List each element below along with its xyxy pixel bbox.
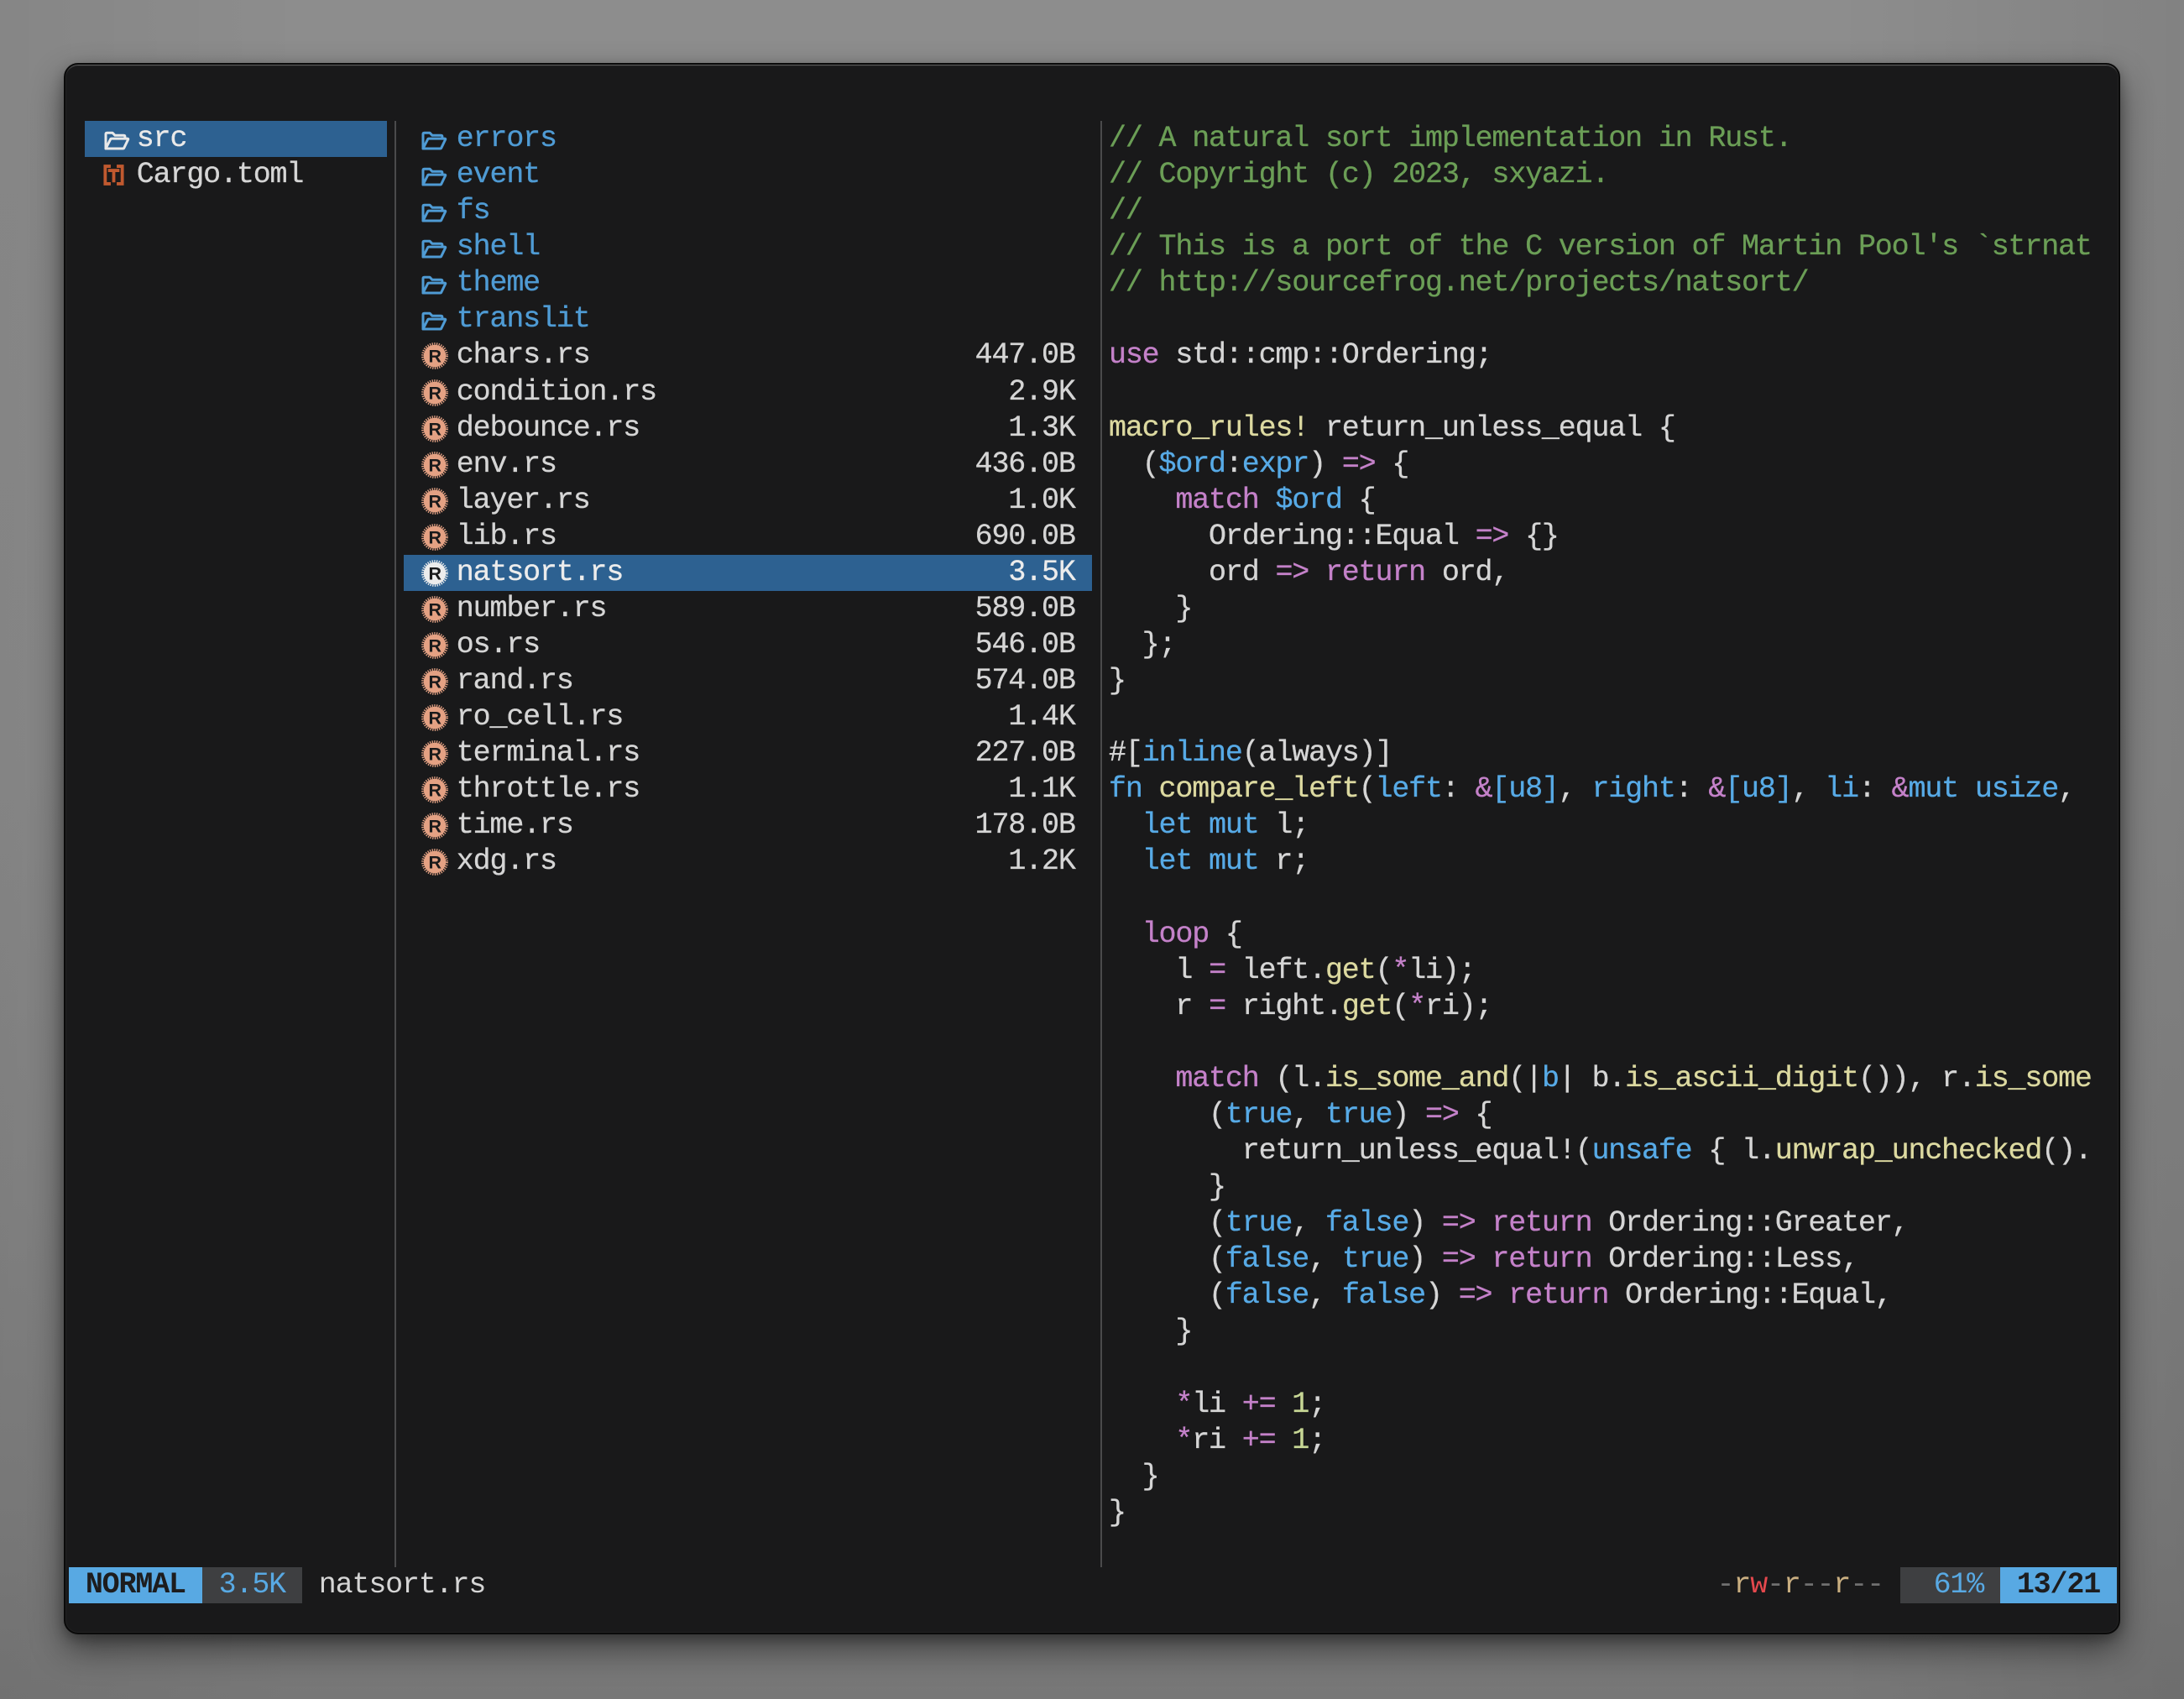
svg-text:R: R xyxy=(428,672,442,693)
svg-text:R: R xyxy=(428,745,442,765)
svg-text:R: R xyxy=(428,383,442,403)
svg-text:R: R xyxy=(428,636,442,656)
svg-text:R: R xyxy=(428,708,442,729)
svg-text:R: R xyxy=(428,455,442,475)
svg-text:R: R xyxy=(428,419,442,439)
svg-text:R: R xyxy=(428,853,442,873)
svg-text:R: R xyxy=(428,781,442,801)
svg-text:R: R xyxy=(428,817,442,837)
svg-text:R: R xyxy=(428,347,442,367)
svg-text:R: R xyxy=(428,599,442,619)
svg-text:R: R xyxy=(428,491,442,511)
svg-text:R: R xyxy=(428,563,442,583)
svg-text:R: R xyxy=(428,527,442,547)
